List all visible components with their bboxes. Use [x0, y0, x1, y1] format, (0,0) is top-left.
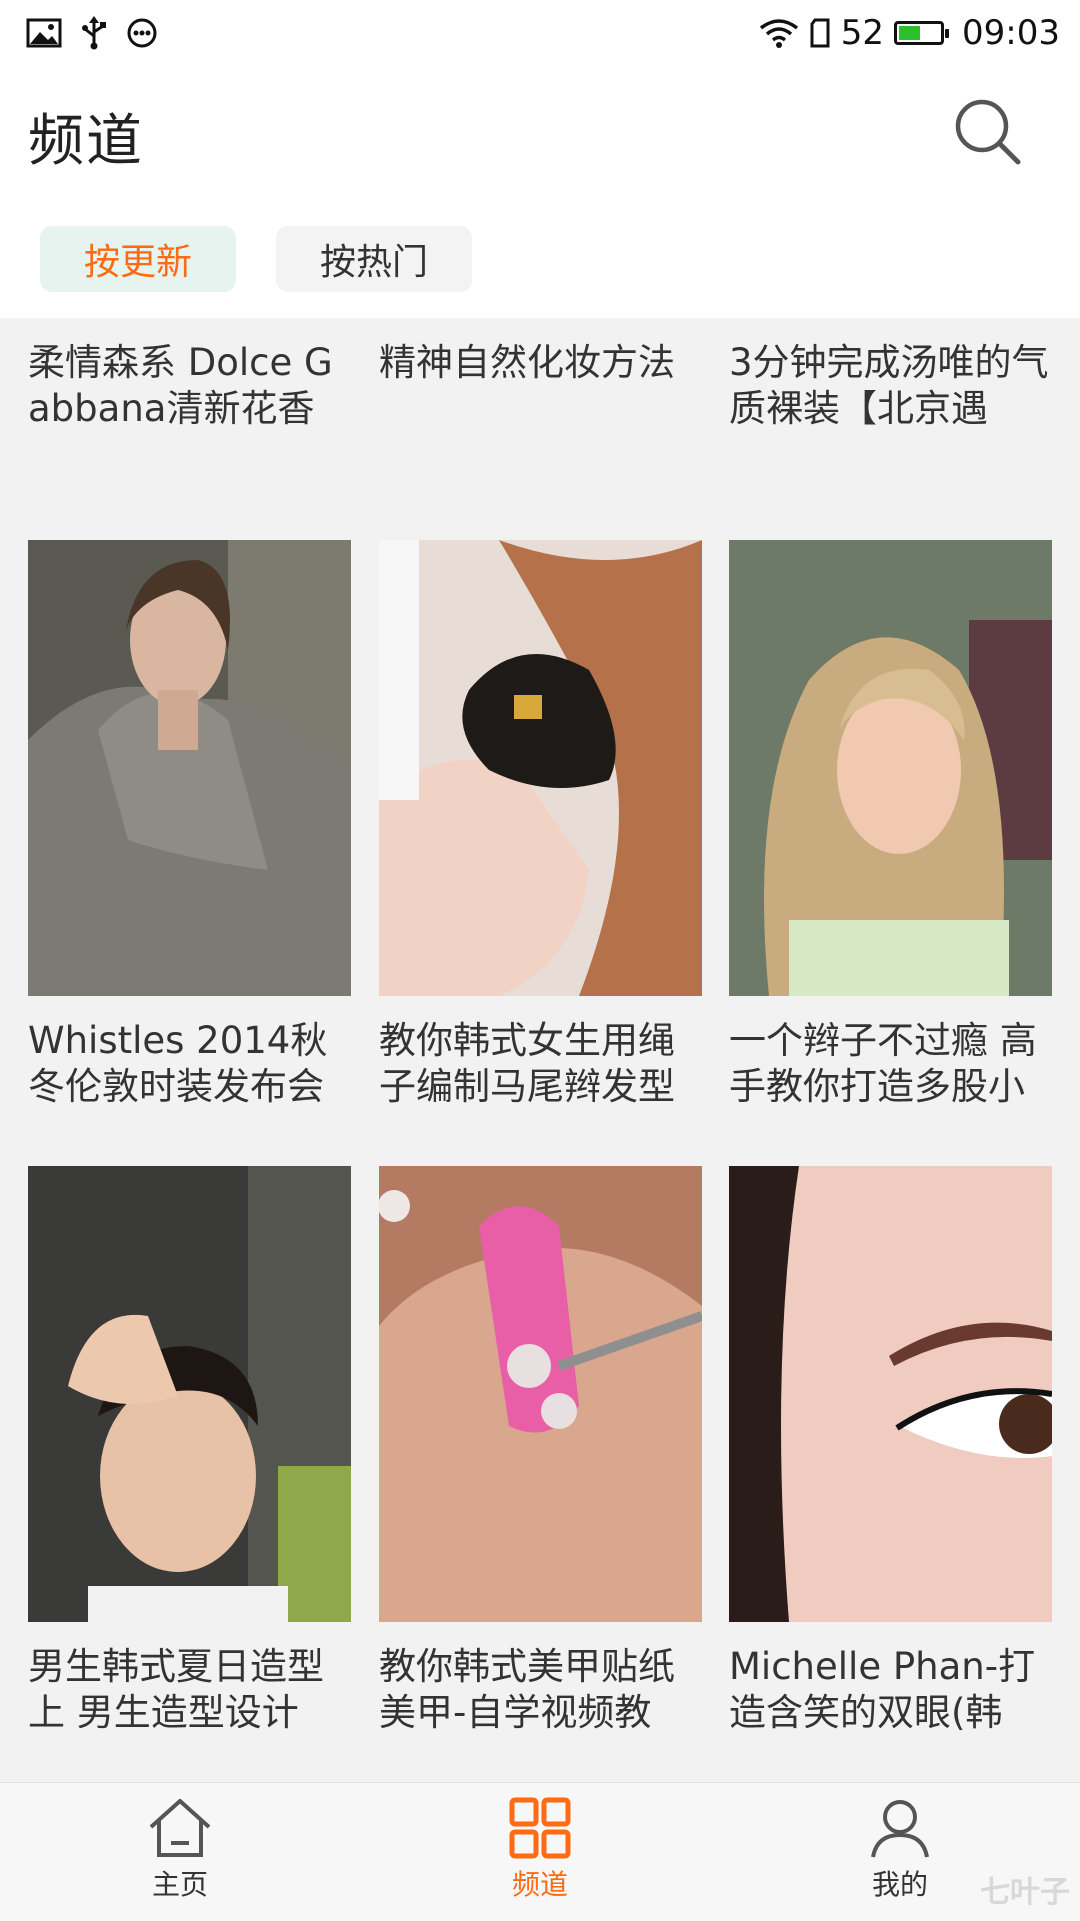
battery-icon [894, 21, 950, 45]
video-thumbnail [28, 1166, 351, 1622]
battery-fill [899, 26, 921, 40]
nav-mine-label: 我的 [871, 1868, 928, 1901]
nav-mine[interactable]: 我的 [810, 1797, 990, 1903]
battery-level: 52 [840, 13, 885, 53]
video-thumbnail [379, 540, 702, 996]
nav-channel[interactable]: 频道 [450, 1797, 630, 1903]
tab-by-popular[interactable]: 按热门 [276, 226, 472, 292]
video-title: Whistles 2014秋冬伦敦时装发布会 [28, 1019, 328, 1108]
video-title: 教你韩式美甲贴纸美甲-自学视频教 [379, 1645, 675, 1734]
video-card[interactable]: 教你韩式女生用绳子编制马尾辫发型 [379, 540, 702, 1110]
video-title: 教你韩式女生用绳子编制马尾辫发型 [379, 1019, 675, 1108]
watermark: 七叶子 [980, 1875, 1070, 1910]
video-card[interactable]: 男生韩式夏日造型上 男生造型设计 [28, 1166, 351, 1736]
video-title: 男生韩式夏日造型上 男生造型设计 [28, 1645, 324, 1734]
video-title: 3分钟完成汤唯的气质裸装【北京遇 [729, 341, 1049, 430]
nav-home-label: 主页 [151, 1868, 208, 1901]
video-card[interactable]: 柔情森系 Dolce Gabbana清新花香 [28, 318, 351, 432]
video-card[interactable]: Michelle Phan-打造含笑的双眼(韩 [729, 1166, 1052, 1736]
video-title: 柔情森系 Dolce Gabbana清新花香 [28, 341, 333, 430]
grid-icon [509, 1797, 571, 1859]
video-card[interactable]: 3分钟完成汤唯的气质裸装【北京遇 [729, 318, 1052, 432]
video-card[interactable]: 一个辫子不过瘾 高手教你打造多股小 [729, 540, 1052, 1110]
video-thumbnail [729, 540, 1052, 996]
sim-icon [809, 18, 831, 48]
video-title: 一个辫子不过瘾 高手教你打造多股小 [729, 1019, 1037, 1108]
app-header: 频道 按更新 按热门 [0, 66, 1080, 318]
tab-by-update[interactable]: 按更新 [40, 226, 236, 292]
home-icon [149, 1799, 211, 1857]
status-bar: 52 09:03 [0, 0, 1080, 66]
page-title: 频道 [28, 109, 144, 174]
bottom-nav: 主页 频道 我的 七叶子 [0, 1782, 1080, 1921]
video-grid[interactable]: 柔情森系 Dolce Gabbana清新花香 精神自然化妆方法 3分钟完成汤唯的… [0, 318, 1080, 1782]
wifi-icon [759, 18, 799, 48]
video-thumbnail [729, 1166, 1052, 1622]
search-icon [955, 99, 1021, 165]
video-thumbnail [28, 540, 351, 996]
usb-icon [80, 16, 108, 50]
video-title: Michelle Phan-打造含笑的双眼(韩 [729, 1645, 1036, 1734]
video-card[interactable]: Whistles 2014秋冬伦敦时装发布会 [28, 540, 351, 1110]
image-icon [26, 18, 62, 48]
more-dots-icon [126, 17, 158, 49]
video-thumbnail [379, 1166, 702, 1622]
nav-channel-label: 频道 [511, 1868, 568, 1901]
video-card[interactable]: 教你韩式美甲贴纸美甲-自学视频教 [379, 1166, 702, 1736]
search-button[interactable] [952, 96, 1024, 168]
video-title: 精神自然化妆方法 [379, 341, 675, 384]
video-card[interactable]: 精神自然化妆方法 [379, 318, 702, 386]
nav-home[interactable]: 主页 [90, 1797, 270, 1903]
person-icon [871, 1800, 929, 1858]
clock: 09:03 [962, 13, 1060, 53]
